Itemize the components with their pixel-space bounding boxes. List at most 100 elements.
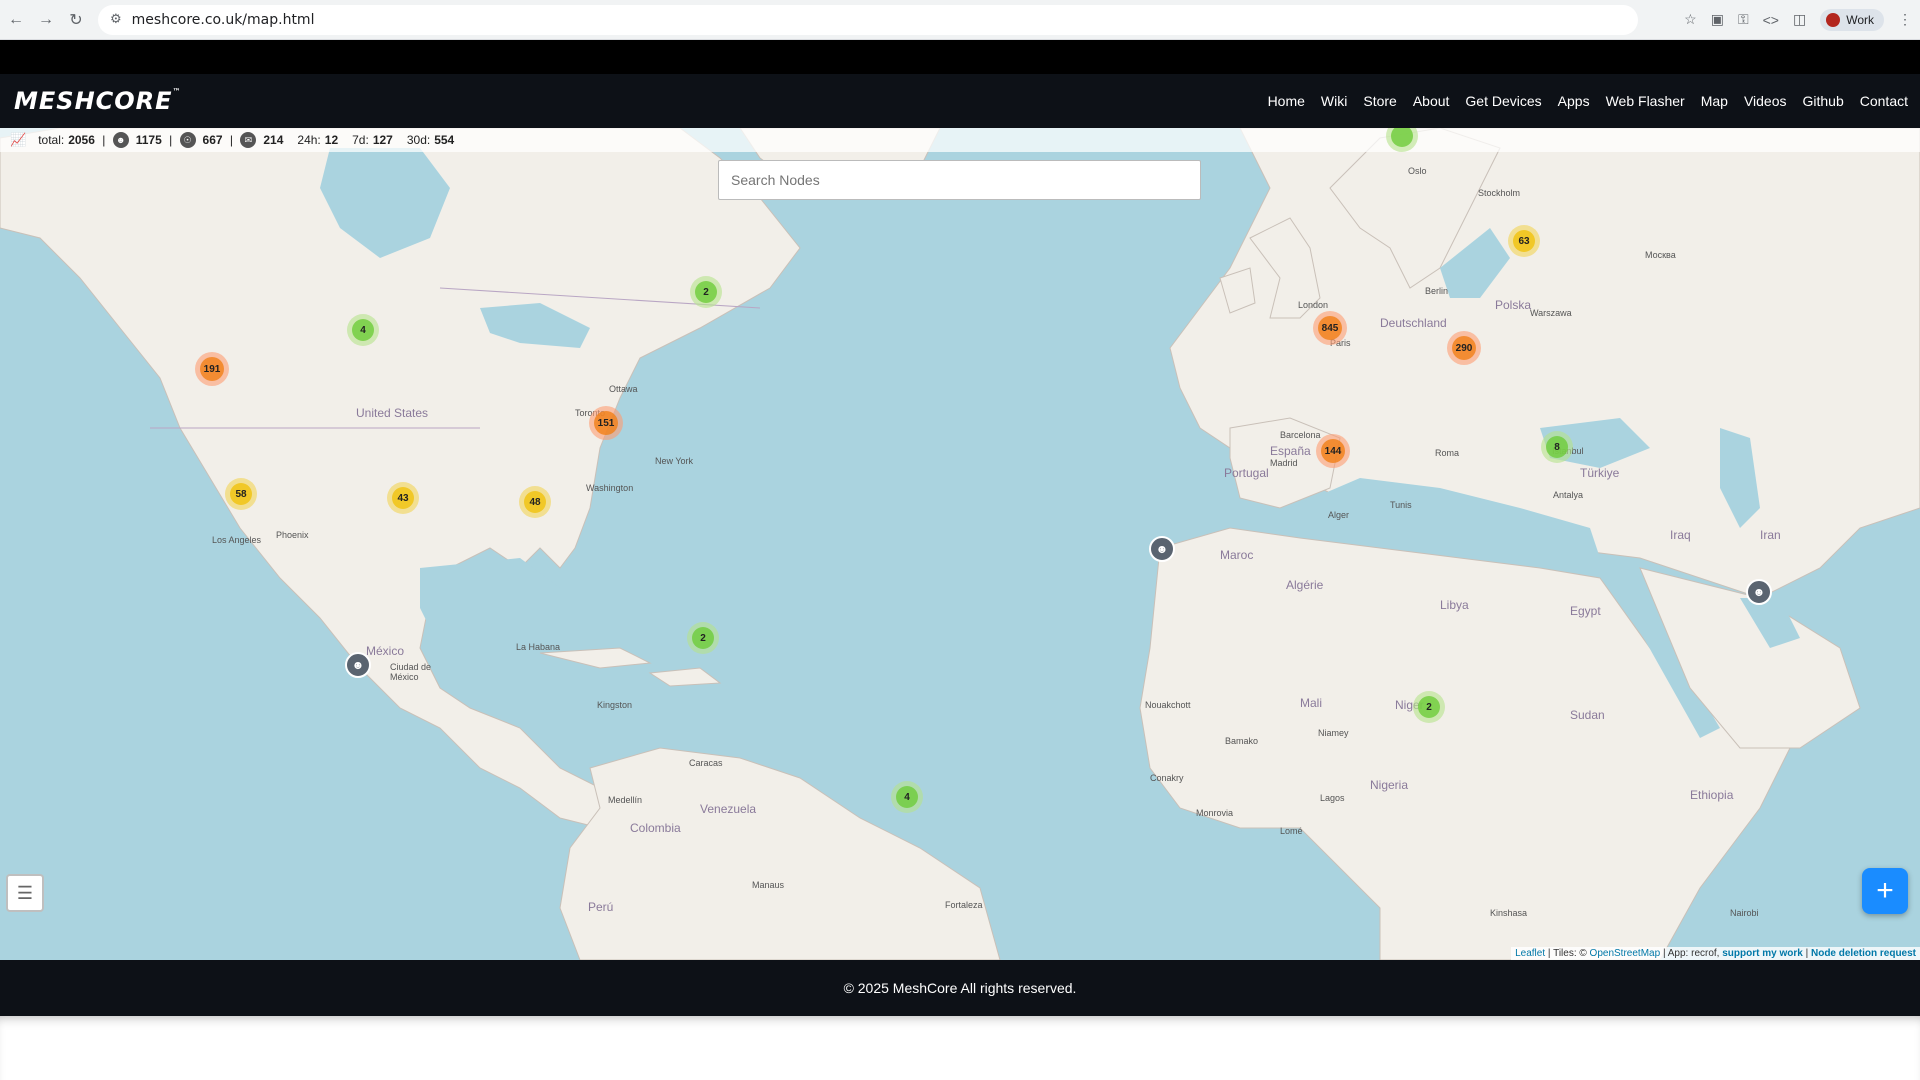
- d30-count: 554: [434, 133, 455, 147]
- d7-count: 127: [372, 133, 393, 147]
- repeater-count: 667: [202, 133, 223, 147]
- layers-icon[interactable]: ☰: [6, 874, 44, 912]
- deletion-request-link[interactable]: Node deletion request: [1811, 948, 1916, 959]
- node-cluster[interactable]: 144: [1316, 434, 1350, 468]
- page-below-footer: [0, 1016, 1920, 1080]
- map-label-country: Ethiopia: [1690, 788, 1734, 802]
- address-bar[interactable]: ⚙ meshcore.co.uk/map.html: [98, 4, 1638, 35]
- add-node-button[interactable]: +: [1862, 868, 1908, 914]
- cluster-count-partial: [1391, 128, 1413, 147]
- d7-label: 7d:: [352, 133, 369, 147]
- map-label-city: Madrid: [1270, 458, 1298, 468]
- map-label-country: Iran: [1760, 528, 1781, 542]
- chart-icon[interactable]: 📈: [10, 132, 26, 148]
- map-label-city: Lagos: [1320, 793, 1345, 803]
- map-label-city: Москва: [1645, 250, 1676, 260]
- bookmark-star-icon[interactable]: ☆: [1684, 11, 1697, 28]
- nav-map[interactable]: Map: [1693, 93, 1736, 109]
- map-label-city: Lomé: [1280, 826, 1303, 836]
- nav-contact[interactable]: Contact: [1852, 93, 1916, 109]
- node-cluster[interactable]: 43: [387, 482, 419, 514]
- devtools-icon[interactable]: <>: [1763, 12, 1779, 28]
- cluster-count: 144: [1321, 439, 1345, 463]
- map-label-city: Warszawa: [1530, 308, 1572, 318]
- cluster-count: 8: [1546, 436, 1568, 458]
- node-cluster[interactable]: 191: [195, 352, 229, 386]
- profile-button[interactable]: Work: [1820, 8, 1884, 31]
- node-cluster[interactable]: 4: [347, 314, 379, 346]
- nav-get-devices[interactable]: Get Devices: [1457, 93, 1549, 109]
- node-person-icon[interactable]: ☻: [1149, 536, 1175, 562]
- nav-apps[interactable]: Apps: [1550, 93, 1598, 109]
- reload-icon[interactable]: ↻: [62, 6, 90, 34]
- map-label-city: Conakry: [1150, 773, 1184, 783]
- map-label-city: Berlin: [1425, 286, 1449, 296]
- node-cluster[interactable]: 151: [589, 406, 623, 440]
- node-cluster[interactable]: 48: [519, 486, 551, 518]
- site-logo[interactable]: MESHCORE™: [14, 87, 182, 115]
- attrib-separator: |: [1805, 948, 1809, 959]
- nav-home[interactable]: Home: [1260, 93, 1313, 109]
- room-icon: ✉: [240, 132, 257, 148]
- map-label-city: London: [1298, 300, 1329, 310]
- map-label-city: Bamako: [1225, 736, 1259, 746]
- nav-github[interactable]: Github: [1795, 93, 1852, 109]
- side-panel-icon[interactable]: ◫: [1793, 11, 1806, 28]
- map-label-city: Antalya: [1553, 490, 1584, 500]
- node-person-icon[interactable]: ☻: [1746, 579, 1772, 605]
- node-cluster[interactable]: 4: [891, 781, 923, 813]
- node-cluster[interactable]: 63: [1508, 225, 1540, 257]
- password-key-icon[interactable]: ⚿: [1738, 11, 1749, 28]
- menu-dots-icon[interactable]: ⋮: [1898, 11, 1912, 28]
- map-label-country: Deutschland: [1380, 316, 1447, 330]
- map-label-country: Egypt: [1570, 604, 1601, 618]
- repeater-icon: ☉: [179, 132, 196, 148]
- nav-videos[interactable]: Videos: [1736, 93, 1795, 109]
- node-person-icon[interactable]: ☻: [345, 652, 371, 678]
- extensions-icon[interactable]: ▣: [1711, 11, 1724, 28]
- site-info-icon[interactable]: ⚙: [110, 12, 122, 27]
- cluster-count: 4: [352, 319, 374, 341]
- nav-web-flasher[interactable]: Web Flasher: [1598, 93, 1693, 109]
- forward-icon[interactable]: →: [32, 6, 60, 34]
- osm-link[interactable]: OpenStreetMap: [1590, 948, 1661, 959]
- map-label-country: Polska: [1495, 298, 1532, 312]
- node-map[interactable]: 📈 total: 2056 | ☻ 1175 | ☉ 667 | ✉ 214 2…: [0, 128, 1920, 960]
- node-cluster[interactable]: 2: [687, 622, 719, 654]
- nav-store[interactable]: Store: [1355, 93, 1404, 109]
- stats-bar: 📈 total: 2056 | ☻ 1175 | ☉ 667 | ✉ 214 2…: [0, 128, 1920, 152]
- support-link[interactable]: support my work: [1722, 948, 1803, 959]
- cluster-count: 43: [392, 487, 414, 509]
- nav-wiki[interactable]: Wiki: [1313, 93, 1355, 109]
- map-label-city: Stockholm: [1478, 188, 1521, 198]
- map-label-country: España: [1270, 444, 1311, 458]
- nav-about[interactable]: About: [1405, 93, 1458, 109]
- total-label: total:: [38, 133, 65, 147]
- map-label-city: Phoenix: [276, 530, 309, 540]
- leaflet-link[interactable]: Leaflet: [1515, 948, 1545, 959]
- cluster-count: 845: [1318, 316, 1342, 340]
- h24-count: 12: [324, 133, 339, 147]
- node-cluster[interactable]: 290: [1447, 331, 1481, 365]
- map-attribution: Leaflet | Tiles: © OpenStreetMap | App: …: [1511, 947, 1920, 960]
- map-label-country: Colombia: [630, 821, 681, 835]
- stat-separator: |: [226, 133, 237, 147]
- h24-label: 24h:: [297, 133, 321, 147]
- map-label-country: Venezuela: [700, 802, 757, 816]
- map-label-country: United States: [356, 406, 429, 420]
- map-label-city: Oslo: [1408, 166, 1427, 176]
- node-cluster[interactable]: 58: [225, 478, 257, 510]
- search-nodes-input[interactable]: [718, 160, 1201, 200]
- node-cluster[interactable]: 2: [690, 276, 722, 308]
- node-cluster[interactable]: 8: [1541, 431, 1573, 463]
- map-label-country: Nigeria: [1370, 778, 1409, 792]
- node-cluster[interactable]: 845: [1313, 311, 1347, 345]
- map-label-city: Roma: [1435, 448, 1460, 458]
- map-label-country: Perú: [588, 900, 614, 914]
- cluster-count: 2: [1418, 696, 1440, 718]
- back-icon[interactable]: ←: [2, 6, 30, 34]
- map-label-city: Nouakchott: [1145, 700, 1191, 710]
- cluster-count: 63: [1513, 230, 1535, 252]
- node-cluster[interactable]: 2: [1413, 691, 1445, 723]
- app-credit: | App: recrof,: [1662, 948, 1720, 959]
